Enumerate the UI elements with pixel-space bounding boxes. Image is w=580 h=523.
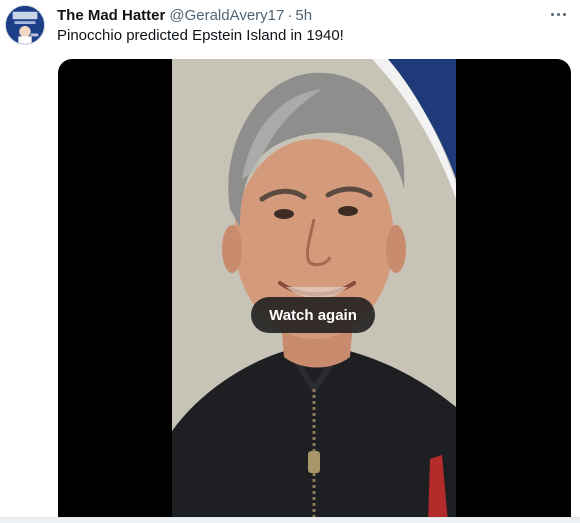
display-name[interactable]: The Mad Hatter — [57, 7, 165, 24]
video-player[interactable]: Watch again — [58, 59, 571, 523]
avatar[interactable] — [5, 5, 45, 45]
separator-dot: · — [287, 6, 293, 24]
tweet: The Mad Hatter @GeraldAvery17 · 5h Pinoc… — [0, 0, 580, 523]
tweet-text: Pinocchio predicted Epstein Island in 19… — [57, 27, 344, 44]
user-handle[interactable]: @GeraldAvery17 — [169, 7, 284, 24]
timestamp[interactable]: 5h — [295, 7, 312, 24]
tweet-header: The Mad Hatter @GeraldAvery17 · 5h — [57, 5, 312, 25]
avatar-image — [6, 6, 44, 44]
divider — [0, 517, 580, 523]
video-frame — [172, 59, 456, 523]
watch-again-button[interactable]: Watch again — [251, 297, 375, 333]
more-horizontal-icon[interactable] — [546, 3, 570, 25]
